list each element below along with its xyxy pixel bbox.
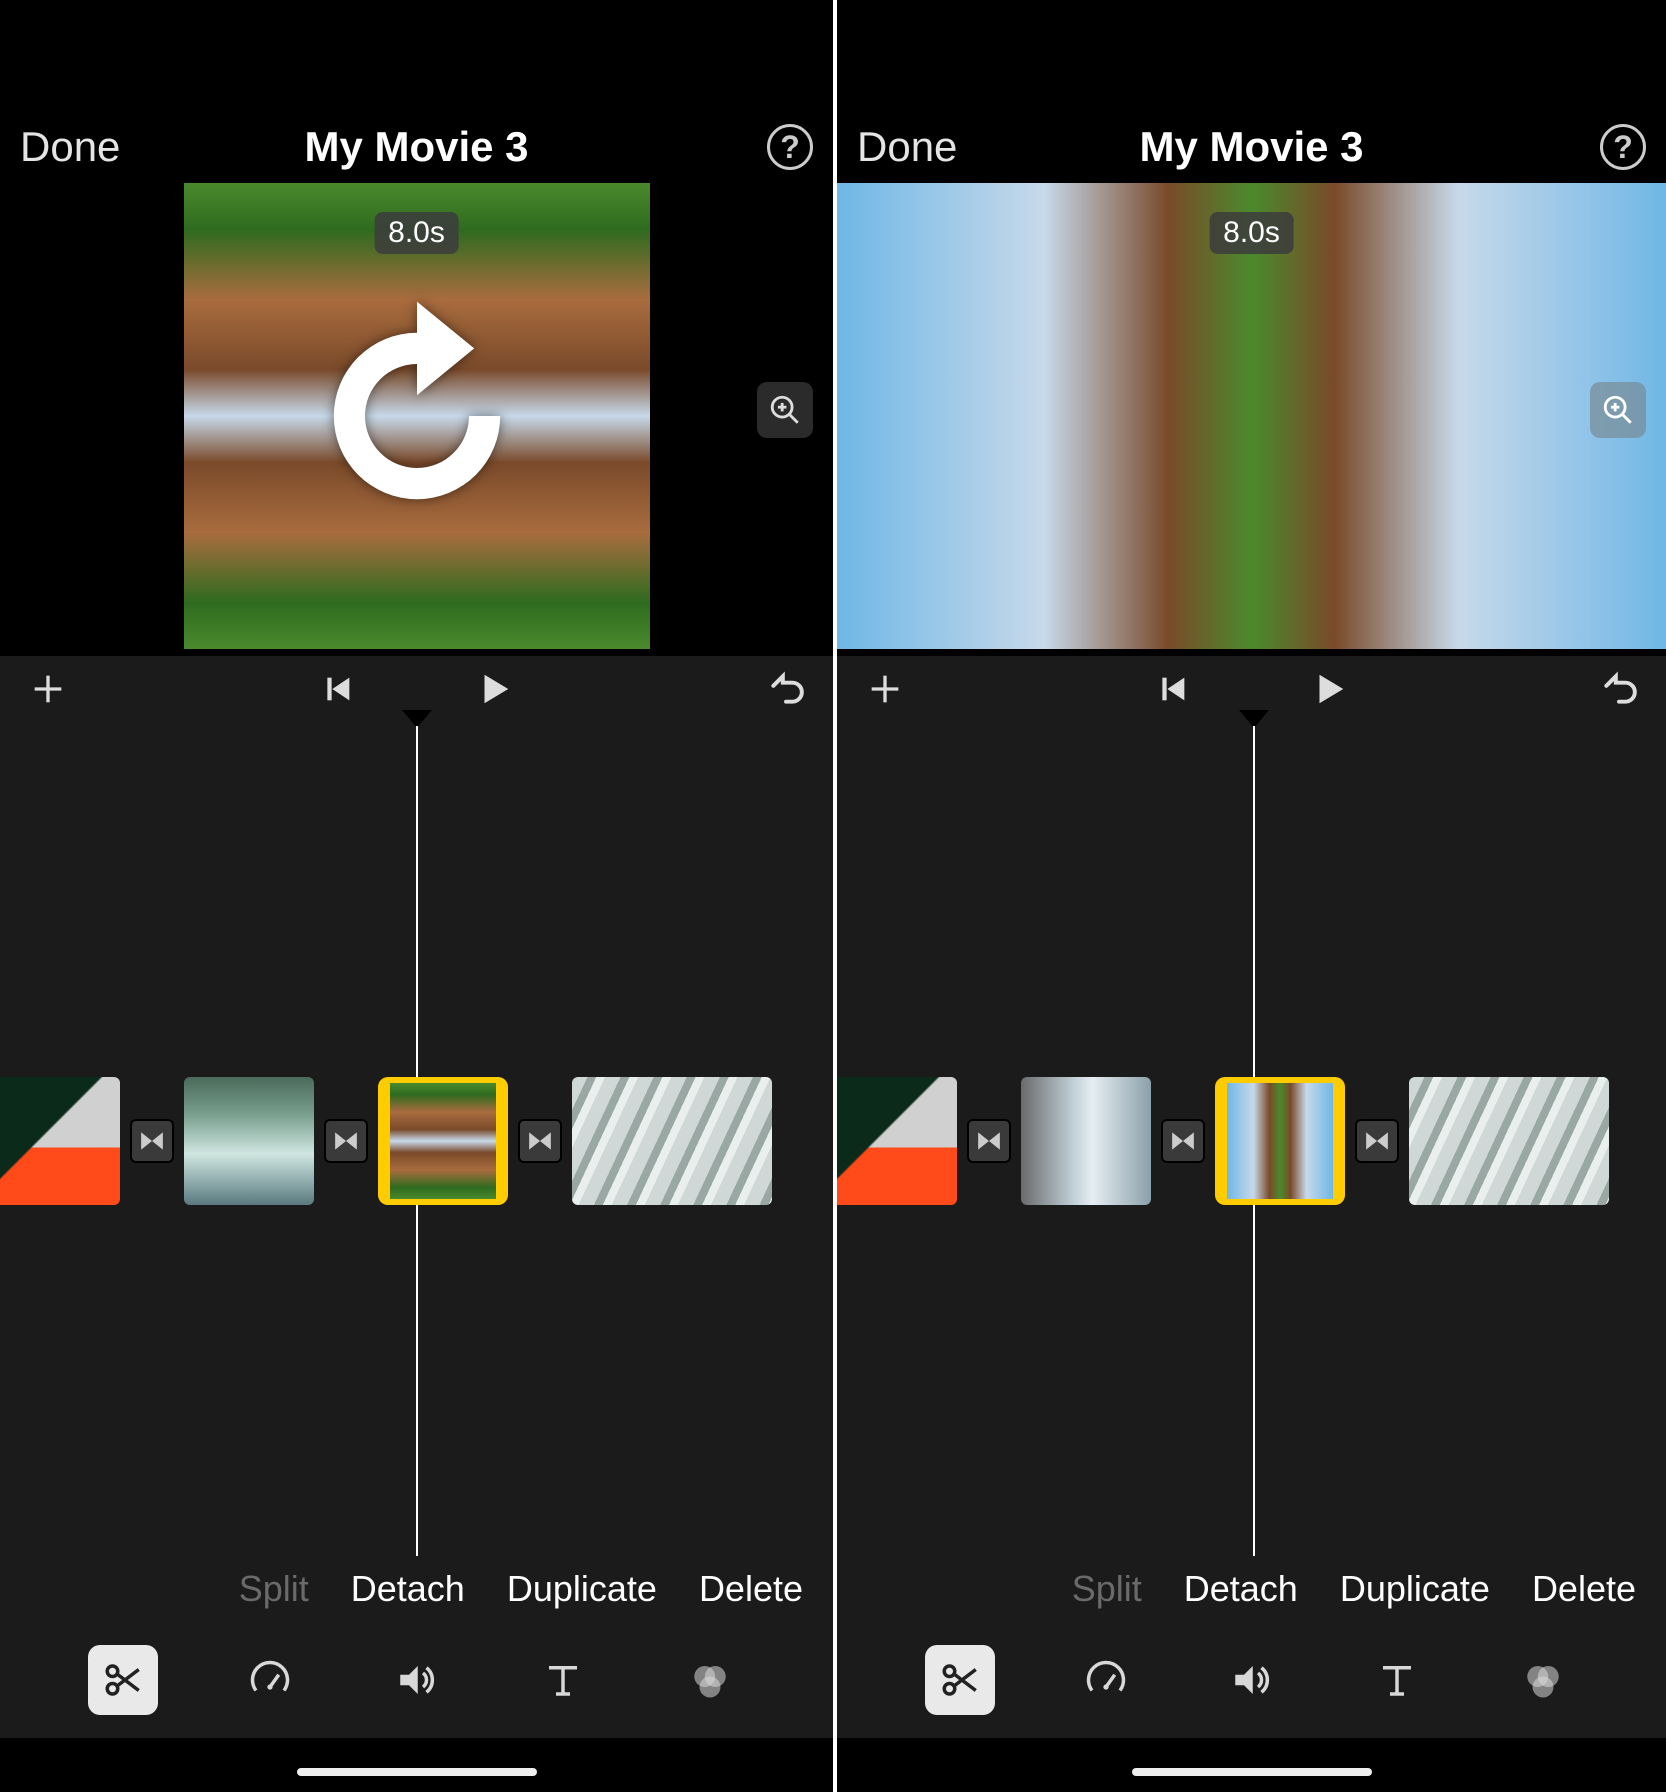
speedometer-icon [1085, 1659, 1127, 1701]
undo-button[interactable] [767, 670, 805, 713]
clips-row [833, 1076, 1666, 1206]
skip-back-icon [1156, 672, 1190, 706]
clip-actions-bar: Split Detach Duplicate Delete [837, 1556, 1666, 1622]
timeline-clip[interactable] [184, 1077, 314, 1205]
split-action: Split [239, 1568, 309, 1610]
magnify-plus-icon [1601, 393, 1635, 427]
tool-scissors[interactable] [88, 1645, 158, 1715]
undo-button[interactable] [1600, 670, 1638, 713]
clip-duration-badge: 8.0s [1209, 212, 1294, 254]
text-icon [1376, 1659, 1418, 1701]
preview-area[interactable]: 8.0s [837, 182, 1666, 650]
timeline-clip[interactable] [1409, 1077, 1609, 1205]
rotate-ccw-icon [287, 286, 547, 546]
duplicate-action[interactable]: Duplicate [1340, 1568, 1490, 1610]
skip-back-icon [321, 672, 355, 706]
transition-button[interactable] [967, 1119, 1011, 1163]
timeline-clip[interactable] [1021, 1077, 1151, 1205]
speedometer-icon [249, 1659, 291, 1701]
undo-icon [767, 670, 805, 708]
text-icon [542, 1659, 584, 1701]
edit-toolbar [0, 1622, 833, 1738]
magnify-plus-icon [768, 393, 802, 427]
plus-icon [28, 669, 68, 709]
timeline-clip[interactable] [833, 1077, 957, 1205]
transition-icon [527, 1128, 553, 1154]
skip-to-start-button[interactable] [321, 672, 355, 711]
play-button[interactable] [1310, 670, 1348, 713]
skip-to-start-button[interactable] [1156, 672, 1190, 711]
done-button[interactable]: Done [20, 123, 120, 171]
transition-button[interactable] [1161, 1119, 1205, 1163]
tool-volume[interactable] [381, 1645, 451, 1715]
zoom-button[interactable] [757, 382, 813, 438]
project-title: My Movie 3 [304, 123, 528, 171]
timeline[interactable] [0, 726, 833, 1556]
tool-filters[interactable] [1508, 1645, 1578, 1715]
transition-icon [1364, 1128, 1390, 1154]
phone-right: Done My Movie 3 ? 8.0s [833, 0, 1666, 1792]
tool-text[interactable] [1362, 1645, 1432, 1715]
clip-actions-bar: Split Detach Duplicate Delete [0, 1556, 833, 1622]
home-indicator[interactable] [1132, 1768, 1372, 1776]
add-media-button[interactable] [28, 669, 68, 714]
transition-button[interactable] [324, 1119, 368, 1163]
transition-icon [333, 1128, 359, 1154]
tool-speed[interactable] [1071, 1645, 1141, 1715]
transition-button[interactable] [130, 1119, 174, 1163]
undo-icon [1600, 670, 1638, 708]
filters-icon [689, 1659, 731, 1701]
help-button[interactable]: ? [1600, 124, 1646, 170]
delete-action[interactable]: Delete [1532, 1568, 1636, 1610]
detach-action[interactable]: Detach [351, 1568, 465, 1610]
transition-icon [139, 1128, 165, 1154]
clips-row [0, 1076, 833, 1206]
timeline-clip-selected[interactable] [1215, 1077, 1345, 1205]
zoom-button[interactable] [1590, 382, 1646, 438]
transition-button[interactable] [1355, 1119, 1399, 1163]
tool-scissors[interactable] [925, 1645, 995, 1715]
timeline-clip[interactable] [572, 1077, 772, 1205]
play-icon [475, 670, 513, 708]
home-indicator[interactable] [297, 1768, 537, 1776]
help-button[interactable]: ? [767, 124, 813, 170]
timeline-clip-selected[interactable] [378, 1077, 508, 1205]
preview-area[interactable]: 8.0s [0, 182, 833, 650]
clip-duration-badge: 8.0s [374, 212, 459, 254]
scissors-icon [102, 1659, 144, 1701]
transition-icon [976, 1128, 1002, 1154]
transition-button[interactable] [518, 1119, 562, 1163]
delete-action[interactable]: Delete [699, 1568, 803, 1610]
speaker-icon [395, 1659, 437, 1701]
header: Done My Movie 3 ? [0, 108, 833, 186]
plus-icon [865, 669, 905, 709]
timeline-clip[interactable] [0, 1077, 120, 1205]
play-button[interactable] [475, 670, 513, 713]
play-icon [1310, 670, 1348, 708]
duplicate-action[interactable]: Duplicate [507, 1568, 657, 1610]
done-button[interactable]: Done [857, 123, 957, 171]
tool-filters[interactable] [675, 1645, 745, 1715]
phone-left: Done My Movie 3 ? 8.0s [0, 0, 833, 1792]
split-action: Split [1072, 1568, 1142, 1610]
project-title: My Movie 3 [1139, 123, 1363, 171]
speaker-icon [1230, 1659, 1272, 1701]
header: Done My Movie 3 ? [837, 108, 1666, 186]
edit-toolbar [837, 1622, 1666, 1738]
filters-icon [1522, 1659, 1564, 1701]
add-media-button[interactable] [865, 669, 905, 714]
timeline[interactable] [837, 726, 1666, 1556]
transition-icon [1170, 1128, 1196, 1154]
tool-text[interactable] [528, 1645, 598, 1715]
scissors-icon [939, 1659, 981, 1701]
tool-speed[interactable] [235, 1645, 305, 1715]
detach-action[interactable]: Detach [1184, 1568, 1298, 1610]
tool-volume[interactable] [1216, 1645, 1286, 1715]
